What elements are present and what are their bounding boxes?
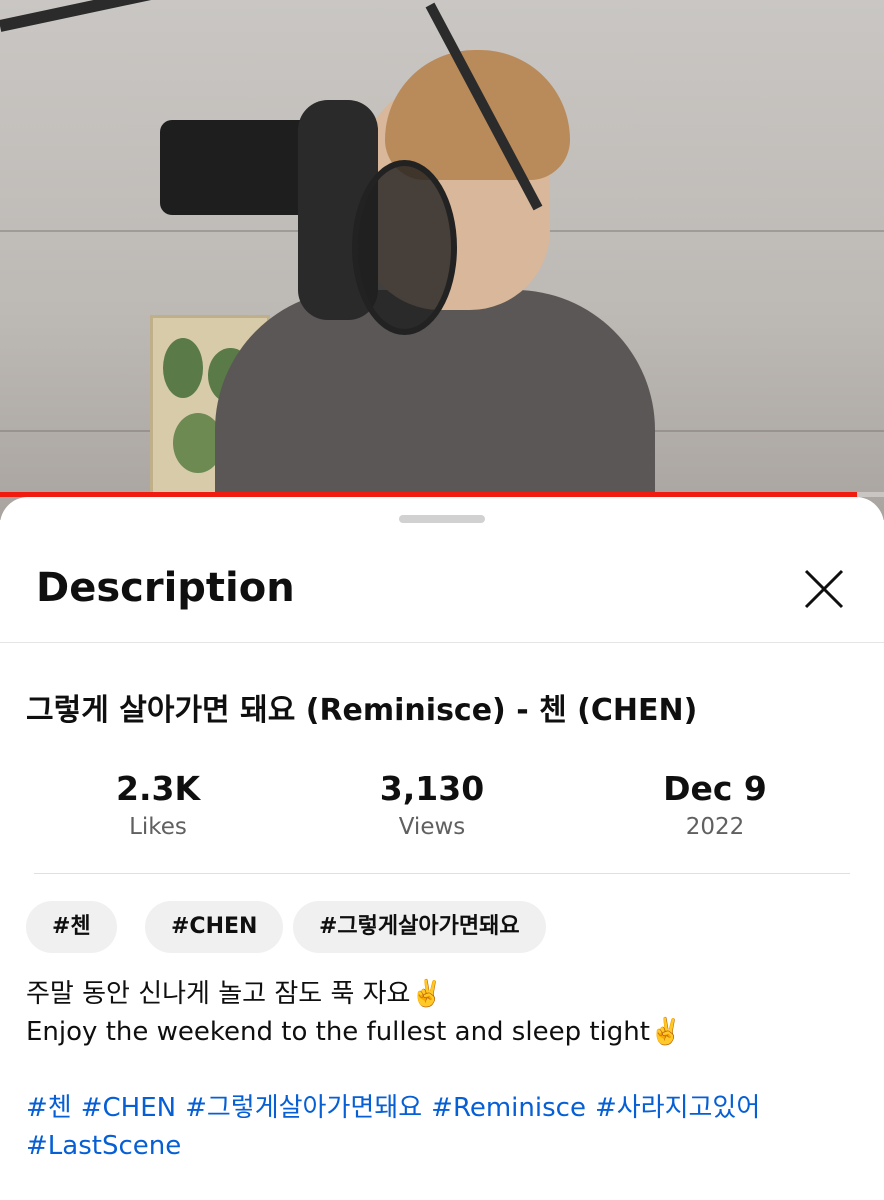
mic-arm (0, 0, 188, 32)
hashtag-chip[interactable]: #첸 (26, 901, 117, 953)
views-label: Views (398, 814, 466, 840)
hashtag-link[interactable]: #CHEN (81, 1093, 176, 1123)
upload-year: 2022 (685, 814, 745, 840)
drag-handle[interactable] (399, 515, 485, 523)
microphone-head (160, 120, 320, 215)
likes-count: 2.3K (115, 769, 201, 808)
divider (34, 873, 850, 874)
hashtag-link[interactable]: #Reminisce (431, 1093, 586, 1123)
video-player[interactable] (0, 0, 884, 520)
pop-filter (352, 160, 457, 335)
close-button[interactable] (796, 561, 852, 617)
hashtag-links: #첸 #CHEN #그렇게살아가면돼요 #Reminisce #사라지고있어 #LastS… (26, 1089, 866, 1165)
divider (0, 642, 884, 643)
hashtag-link[interactable]: #그렇게살아가면돼요 (185, 1093, 422, 1123)
hashtag-chip[interactable]: #CHEN (145, 901, 284, 953)
views-count: 3,130 (379, 769, 485, 808)
description-line: 주말 동안 신나게 놀고 잠도 푹 자요✌️ (26, 979, 443, 1009)
upload-date: Dec 9 (663, 769, 767, 808)
hashtag-link[interactable]: #첸 (26, 1093, 72, 1123)
video-title: 그렇게 살아가면 돼요 (Reminisce) - 첸 (CHEN) (26, 693, 698, 728)
upload-date-stat: Dec 9 2022 (605, 769, 825, 840)
description-text: 주말 동안 신나게 놀고 잠도 푹 자요✌️ Enjoy the weekend… (26, 975, 866, 1051)
singer-body (215, 290, 655, 520)
description-sheet: Description 그렇게 살아가면 돼요 (Reminisce) - 첸 … (0, 497, 884, 1200)
close-icon (804, 569, 844, 609)
hashtag-link[interactable]: #LastScene (26, 1131, 181, 1161)
hashtag-chip[interactable]: #그렇게살아가면돼요 (293, 901, 546, 953)
hashtag-link[interactable]: #사라지고있어 (595, 1093, 760, 1123)
views-stat: 3,130 Views (322, 769, 542, 840)
sheet-title: Description (36, 565, 295, 611)
likes-stat: 2.3K Likes (48, 769, 268, 840)
description-line: Enjoy the weekend to the fullest and sle… (26, 1017, 683, 1047)
likes-label: Likes (129, 814, 187, 840)
